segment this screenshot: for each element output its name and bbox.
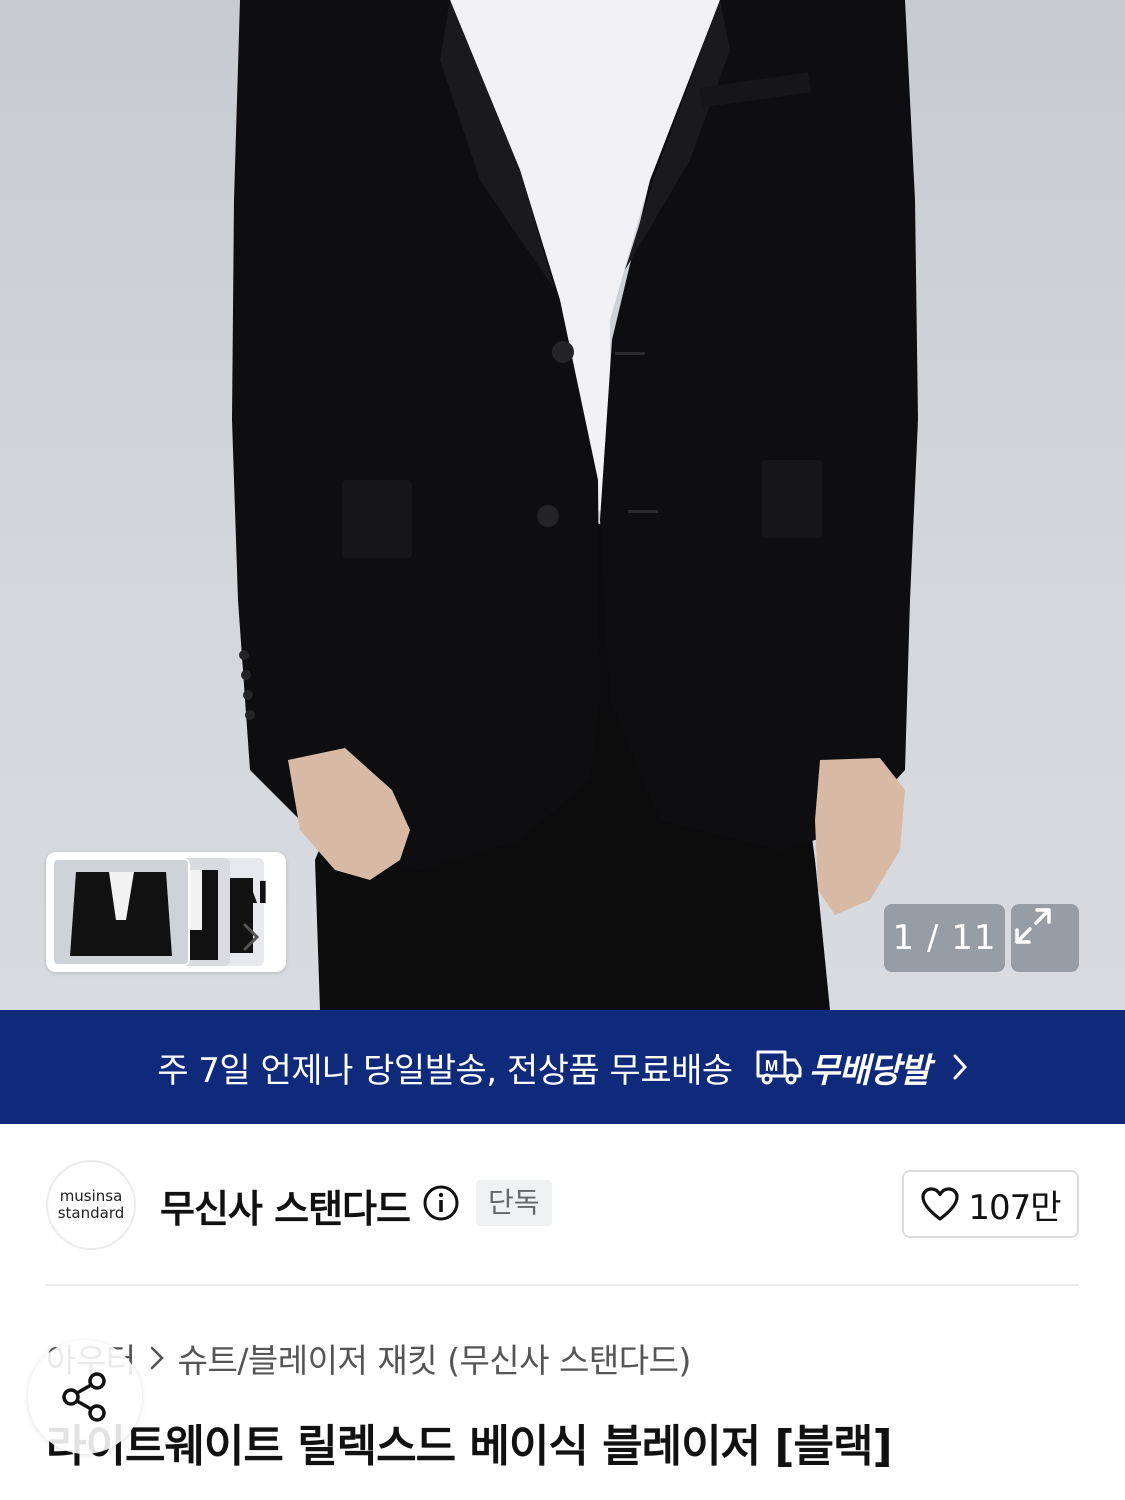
info-icon[interactable]: [422, 1184, 460, 1226]
share-button[interactable]: [28, 1340, 142, 1454]
heart-icon: [921, 1187, 960, 1221]
expand-button[interactable]: [1011, 904, 1079, 972]
share-icon: [62, 1372, 106, 1422]
exclusive-badge: 단독: [476, 1180, 552, 1226]
shipping-banner[interactable]: 주 7일 언제나 당일발송, 전상품 무료배송 M 무배당발: [0, 1010, 1125, 1124]
divider: [46, 1284, 1079, 1286]
like-count: 107만: [968, 1187, 1061, 1228]
product-page: AI 1 / 11 주 7일 언제나 당일발송, 전상품 무료배송 M 무배당발…: [0, 0, 1125, 1500]
image-counter-text: 1 / 11: [892, 918, 997, 958]
expand-icon: [1015, 908, 1051, 944]
brand-like-button[interactable]: 107만: [902, 1170, 1079, 1238]
truck-badge-letter: M: [765, 1058, 778, 1075]
image-counter: 1 / 11: [884, 904, 1005, 972]
brand-row: musinsa standard 무신사 스탠다드 단독 107만: [46, 1158, 1079, 1250]
product-title: 라이트웨이트 릴렉스드 베이식 블레이저 [블랙]: [46, 1421, 893, 1472]
brand-logo-line1: musinsa: [59, 1187, 123, 1205]
ai-label: AI: [234, 876, 269, 911]
ai-styling-card[interactable]: AI: [46, 852, 286, 972]
chevron-right-icon: [952, 1053, 968, 1081]
brand-name[interactable]: 무신사 스탠다드: [160, 1178, 411, 1233]
brand-logo[interactable]: musinsa standard: [46, 1160, 136, 1250]
service-name: 무배당발: [808, 1050, 931, 1091]
product-image[interactable]: AI 1 / 11: [0, 0, 1125, 1010]
breadcrumb: 아우터 슈트/블레이저 재킷 (무신사 스탠다드): [46, 1334, 691, 1382]
breadcrumb-item[interactable]: 슈트/블레이저 재킷 (무신사 스탠다드): [178, 1334, 692, 1382]
brand-logo-line2: standard: [57, 1204, 125, 1222]
chevron-right-icon: [150, 1346, 164, 1370]
shipping-banner-text: 주 7일 언제나 당일발송, 전상품 무료배송: [157, 1050, 733, 1091]
delivery-truck-icon: M 무배당발: [755, 1043, 931, 1092]
thumbnail-1: [52, 858, 190, 966]
